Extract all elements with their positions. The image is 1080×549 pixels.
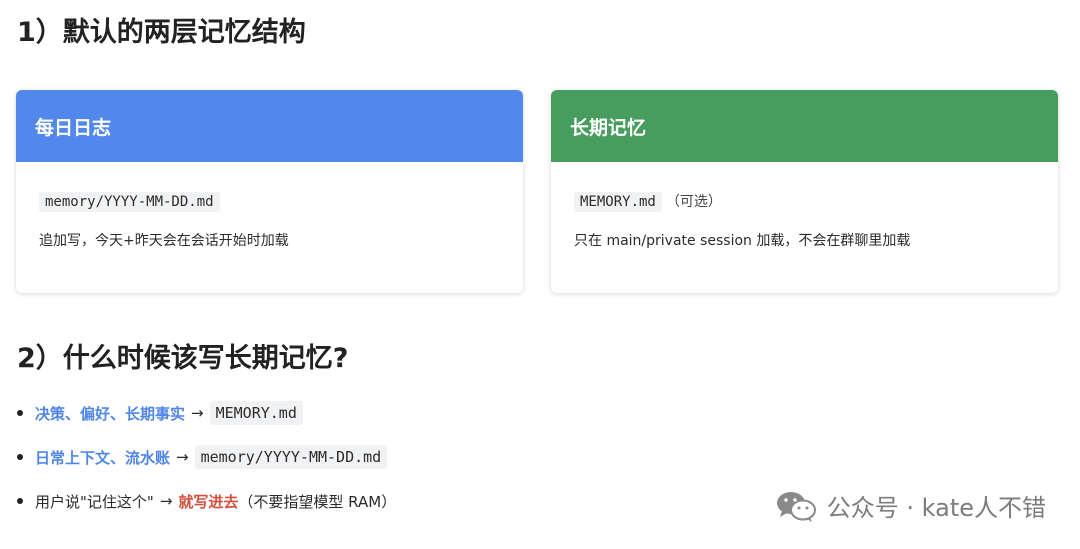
long-term-memory-description: 只在 main/private session 加载，不会在群聊里加载 <box>574 233 911 249</box>
bullet-item-daily-context: 日常上下文、流水账 → memory/YYYY-MM-DD.md <box>17 442 396 472</box>
bullet-list: 决策、偏好、长期事实 → MEMORY.md 日常上下文、流水账 → memor… <box>17 398 396 530</box>
watermark: 公众号 · kate人不错 <box>775 488 1046 523</box>
bullet-highlight: 决策、偏好、长期事实 <box>35 404 186 423</box>
arrow-icon: → <box>176 448 189 466</box>
card-long-term-memory-header: 长期记忆 <box>551 90 1058 162</box>
daily-log-description: 追加写，今天+昨天会在会话开始时加载 <box>39 233 289 249</box>
daily-code-line: memory/YYYY-MM-DD.md <box>39 190 523 214</box>
bullet-dot-icon <box>17 498 23 504</box>
long-code-line: MEMORY.md （可选） <box>574 190 1058 214</box>
card-daily-log-header: 每日日志 <box>16 90 523 162</box>
watermark-text: 公众号 · kate人不错 <box>826 494 1046 522</box>
bullet-highlight: 日常上下文、流水账 <box>35 448 171 467</box>
card-long-term-memory-title: 长期记忆 <box>570 116 647 139</box>
card-daily-log: 每日日志 memory/YYYY-MM-DD.md 追加写，今天+昨天会在会话开… <box>16 90 523 293</box>
bullet-highlight-red: 就写进去 <box>178 492 239 511</box>
bullet-prefix: 用户说"记住这个" <box>35 492 154 511</box>
bullet-item-remember-this: 用户说"记住这个" → 就写进去 （不要指望模型 RAM） <box>17 486 396 516</box>
bullet-dot-icon <box>17 454 23 460</box>
bullet-code: MEMORY.md <box>209 401 303 425</box>
card-daily-log-title: 每日日志 <box>35 116 112 139</box>
bullet-dot-icon <box>17 410 23 416</box>
arrow-icon: → <box>159 492 173 510</box>
bullet-code: memory/YYYY-MM-DD.md <box>194 445 388 469</box>
card-long-term-memory: 长期记忆 MEMORY.md （可选） 只在 main/private sessi… <box>551 90 1058 293</box>
optional-note: （可选） <box>665 194 722 210</box>
bullet-suffix: （不要指望模型 RAM） <box>238 492 397 511</box>
card-long-term-memory-body: MEMORY.md （可选） 只在 main/private session 加载… <box>551 162 1058 250</box>
section-title-when: 2）什么时候该写长期记忆? <box>17 343 349 374</box>
daily-log-path-code: memory/YYYY-MM-DD.md <box>39 192 220 212</box>
bullet-item-decisions: 决策、偏好、长期事实 → MEMORY.md <box>17 398 396 428</box>
card-daily-log-body: memory/YYYY-MM-DD.md 追加写，今天+昨天会在会话开始时加载 <box>16 162 523 250</box>
wechat-icon <box>776 491 816 522</box>
arrow-icon: → <box>191 404 204 422</box>
memory-file-code: MEMORY.md <box>574 192 662 212</box>
section-title-structure: 1）默认的两层记忆结构 <box>17 17 306 48</box>
